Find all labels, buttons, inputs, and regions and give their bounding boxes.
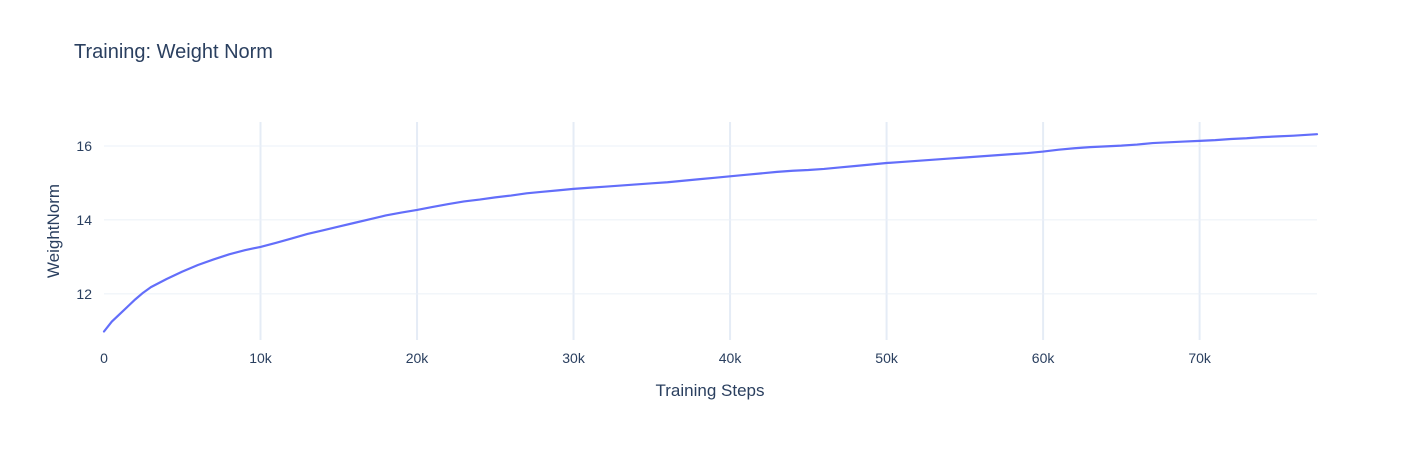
- plot-background: [104, 122, 1317, 340]
- x-tick-label: 70k: [1188, 350, 1212, 366]
- y-tick-label: 12: [76, 286, 92, 302]
- y-tick-label: 14: [76, 212, 92, 228]
- y-axis-title: WeightNorm: [44, 184, 63, 278]
- plot-area[interactable]: [102, 122, 1319, 340]
- chart-title: Training: Weight Norm: [74, 41, 273, 63]
- x-tick-label: 0: [100, 350, 108, 366]
- x-tick-label: 60k: [1032, 350, 1056, 366]
- y-axis-ticks: 12 14 16: [76, 138, 92, 302]
- x-tick-label: 40k: [719, 350, 743, 366]
- y-tick-label: 16: [76, 138, 92, 154]
- x-tick-label: 50k: [875, 350, 899, 366]
- x-tick-label: 30k: [562, 350, 586, 366]
- x-tick-label: 10k: [249, 350, 273, 366]
- chart: Training: Weight Norm 0 10k 20k 30k 40k 50k 60…: [44, 41, 1319, 400]
- x-tick-label: 20k: [406, 350, 430, 366]
- x-axis-ticks: 0 10k 20k 30k 40k 50k 60k 70k: [100, 350, 1212, 366]
- x-axis-title: Training Steps: [656, 381, 765, 400]
